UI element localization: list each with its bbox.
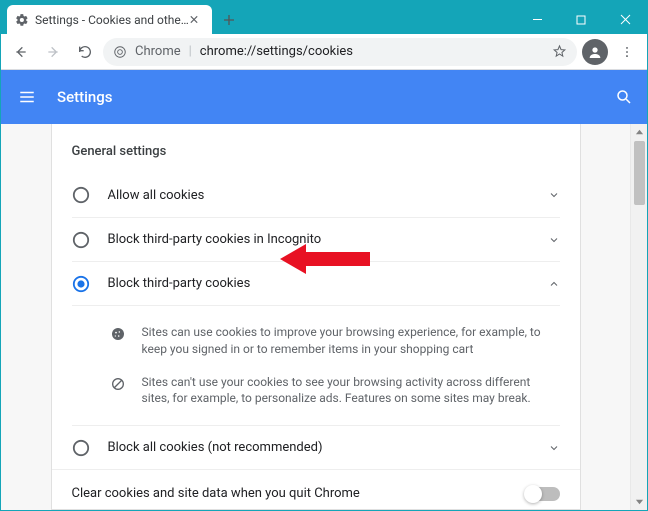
plus-icon — [223, 14, 235, 26]
menu-button[interactable] — [613, 38, 641, 66]
reload-button[interactable] — [71, 38, 99, 66]
radio-unchecked-icon — [72, 231, 90, 249]
radio-checked-icon — [72, 275, 90, 293]
section-title: General settings — [72, 144, 560, 159]
profile-button[interactable] — [581, 38, 609, 66]
avatar-icon — [582, 39, 608, 65]
toggle-label: Clear cookies and site data when you qui… — [72, 486, 526, 501]
minimize-button[interactable] — [515, 5, 559, 34]
option-label: Block all cookies (not recommended) — [108, 440, 548, 455]
arrow-right-icon — [45, 44, 61, 60]
chevron-down-icon[interactable] — [548, 234, 560, 246]
close-window-button[interactable] — [603, 5, 647, 34]
chevron-up-icon[interactable] — [548, 278, 560, 290]
radio-unchecked-icon — [72, 439, 90, 457]
tab-title: Settings - Cookies and other site… — [35, 13, 190, 27]
reload-icon — [77, 44, 93, 60]
settings-title: Settings — [57, 88, 113, 106]
settings-menu-button[interactable] — [15, 85, 39, 109]
browser-tab[interactable]: Settings - Cookies and other site… — [7, 5, 212, 34]
option-block-all[interactable]: Block all cookies (not recommended) — [72, 425, 560, 469]
star-icon — [552, 44, 567, 59]
close-tab-button[interactable] — [190, 13, 204, 27]
toggle-clear-on-quit[interactable]: Clear cookies and site data when you qui… — [52, 469, 580, 510]
cookies-card: General settings Allow all cookies Block… — [51, 124, 581, 510]
arrow-left-icon — [13, 44, 29, 60]
search-icon — [615, 88, 633, 106]
omnibox-chip: Chrome — [135, 44, 181, 59]
hamburger-icon — [18, 88, 36, 106]
chevron-down-icon[interactable] — [548, 442, 560, 454]
scroll-up-icon[interactable] — [631, 124, 647, 141]
option-allow-all[interactable]: Allow all cookies — [72, 173, 560, 217]
block-icon — [108, 374, 128, 408]
settings-header: Settings — [1, 70, 647, 124]
switch-off-icon[interactable] — [526, 487, 560, 501]
address-bar[interactable]: Chrome | chrome://settings/cookies — [103, 38, 577, 66]
scrollbar[interactable] — [630, 124, 647, 510]
option-label: Block third-party cookies in Incognito — [108, 232, 548, 247]
scroll-thumb[interactable] — [634, 141, 645, 205]
option-detail: Sites can use cookies to improve your br… — [72, 305, 560, 425]
close-icon — [190, 15, 198, 24]
settings-content: General settings Allow all cookies Block… — [1, 124, 630, 510]
window-controls — [515, 5, 647, 34]
detail-text: Sites can't use your cookies to see your… — [142, 374, 560, 408]
bookmark-button[interactable] — [552, 44, 567, 59]
browser-toolbar: Chrome | chrome://settings/cookies — [1, 34, 647, 70]
option-label: Block third-party cookies — [108, 276, 548, 291]
new-tab-button[interactable] — [216, 7, 242, 33]
back-button[interactable] — [7, 38, 35, 66]
chrome-icon — [113, 45, 127, 59]
scroll-down-icon[interactable] — [631, 493, 647, 510]
forward-button[interactable] — [39, 38, 67, 66]
settings-search-button[interactable] — [615, 88, 633, 106]
radio-unchecked-icon — [72, 186, 90, 204]
omnibox-url: chrome://settings/cookies — [200, 44, 353, 59]
detail-text: Sites can use cookies to improve your br… — [142, 324, 560, 358]
maximize-button[interactable] — [559, 5, 603, 34]
kebab-icon — [620, 45, 634, 59]
option-block-incognito[interactable]: Block third-party cookies in Incognito — [72, 217, 560, 261]
option-label: Allow all cookies — [108, 188, 548, 203]
window-titlebar: Settings - Cookies and other site… — [1, 1, 647, 34]
cookie-icon — [108, 324, 128, 358]
gear-icon — [15, 13, 29, 27]
option-block-third-party[interactable]: Block third-party cookies — [72, 261, 560, 305]
chevron-down-icon[interactable] — [548, 189, 560, 201]
